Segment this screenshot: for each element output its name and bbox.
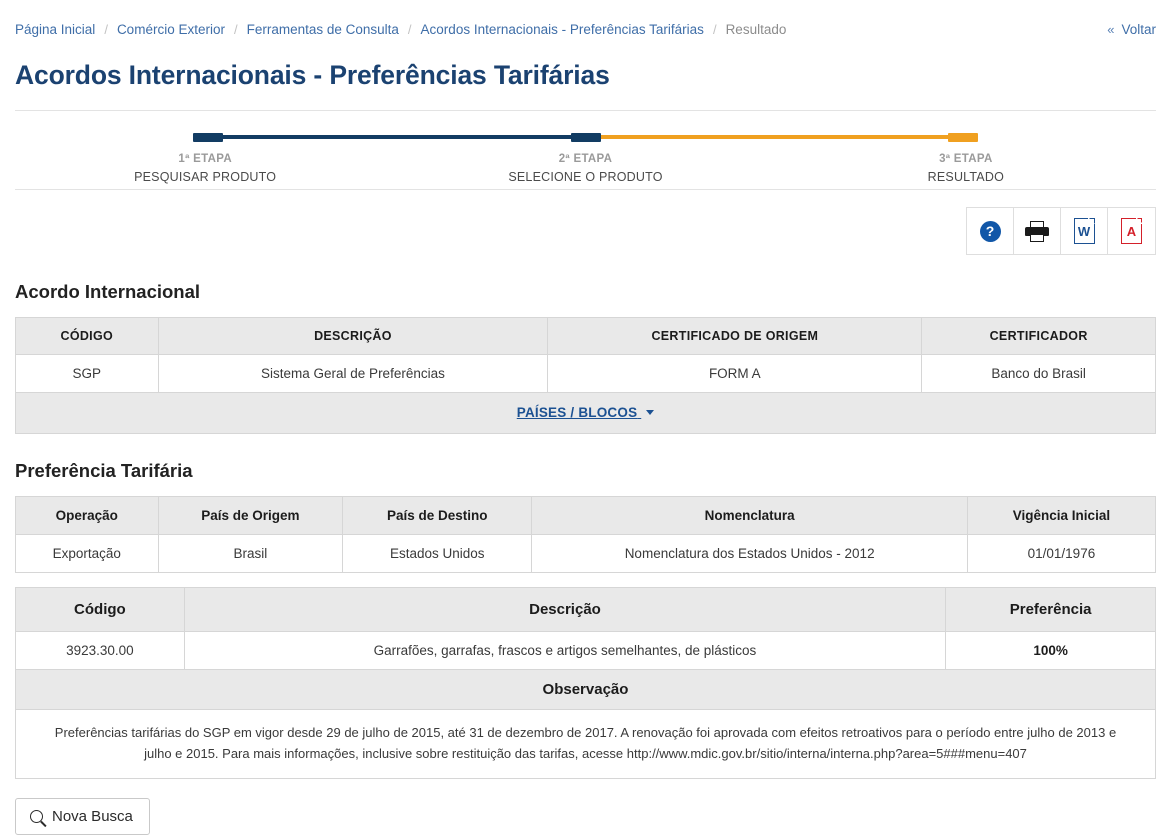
- breadcrumb-separator: /: [104, 22, 108, 37]
- nova-busca-button[interactable]: Nova Busca: [15, 798, 150, 836]
- stepper-step-3: 3ª ETAPA RESULTADO: [776, 151, 1156, 186]
- pref-cell-destino: Estados Unidos: [342, 534, 533, 573]
- table-header-row: CÓDIGO DESCRIÇÃO CERTIFICADO DE ORIGEM C…: [15, 317, 1156, 355]
- preferencia-table: Operação País de Origem País de Destino …: [15, 496, 1157, 573]
- nova-busca-label: Nova Busca: [52, 808, 133, 826]
- section-title-preferencia: Preferência Tarifária: [15, 460, 193, 481]
- acordo-header-certificado: CERTIFICADO DE ORIGEM: [547, 317, 923, 355]
- breadcrumb: Página Inicial / Comércio Exterior / Fer…: [15, 22, 786, 37]
- stepper-knob-2: [570, 133, 601, 142]
- back-link[interactable]: « Voltar: [1107, 22, 1156, 37]
- table-row: Exportação Brasil Estados Unidos Nomencl…: [15, 534, 1157, 573]
- pref-cell-origem: Brasil: [157, 534, 344, 573]
- acordo-header-codigo: CÓDIGO: [15, 317, 159, 355]
- printer-icon: [1025, 220, 1049, 242]
- acordo-table: CÓDIGO DESCRIÇÃO CERTIFICADO DE ORIGEM C…: [15, 317, 1156, 393]
- stepper-step-2-text: SELECIONE O PRODUTO: [508, 169, 663, 184]
- produto-header-codigo: Código: [15, 587, 185, 632]
- stepper-knob-3: [948, 133, 978, 142]
- produto-header-preferencia: Preferência: [945, 587, 1156, 632]
- breadcrumb-item-current: Resultado: [725, 22, 787, 37]
- produto-cell-preferencia: 100%: [945, 631, 1156, 670]
- breadcrumb-item-3[interactable]: Acordos Internacionais - Preferências Ta…: [421, 22, 704, 37]
- pref-cell-operacao: Exportação: [15, 534, 159, 573]
- breadcrumb-bar: Página Inicial / Comércio Exterior / Fer…: [15, 0, 1156, 37]
- breadcrumb-separator: /: [407, 22, 412, 37]
- pdf-document-icon: A: [1121, 217, 1143, 244]
- progress-stepper: 1ª ETAPA PESQUISAR PRODUTO 2ª ETAPA SELE…: [15, 111, 1156, 189]
- acordo-header-descricao: DESCRIÇÃO: [157, 317, 549, 355]
- pref-header-vigencia: Vigência Inicial: [966, 496, 1157, 535]
- breadcrumb-item-1[interactable]: Comércio Exterior: [117, 22, 225, 37]
- page-container: Página Inicial / Comércio Exterior / Fer…: [15, 0, 1157, 836]
- stepper-step-3-text: RESULTADO: [927, 169, 1004, 184]
- back-link-label: Voltar: [1121, 22, 1156, 37]
- pdf-icon-glyph: A: [1126, 223, 1137, 239]
- acordo-cell-descricao: Sistema Geral de Preferências: [157, 354, 549, 393]
- section-title-acordo: Acordo Internacional: [15, 281, 201, 302]
- breadcrumb-separator: /: [712, 22, 717, 37]
- table-header-row: Operação País de Origem País de Destino …: [15, 496, 1157, 535]
- search-icon: [30, 810, 43, 824]
- pref-header-origem: País de Origem: [157, 496, 344, 535]
- stepper-segment-1: [197, 135, 586, 139]
- stepper-step-3-number: 3ª ETAPA: [939, 153, 993, 165]
- observacao-text: Preferências tarifárias do SGP em vigor …: [15, 710, 1156, 780]
- stepper-labels: 1ª ETAPA PESQUISAR PRODUTO 2ª ETAPA SELE…: [15, 151, 1156, 186]
- print-button[interactable]: [1014, 208, 1061, 254]
- stepper-knob-1: [193, 133, 223, 142]
- word-document-icon: W: [1073, 217, 1096, 244]
- produto-cell-codigo: 3923.30.00: [15, 631, 185, 670]
- page-root: Página Inicial / Comércio Exterior / Fer…: [0, 0, 1171, 836]
- footer-actions: Nova Busca: [15, 798, 1156, 836]
- stepper-step-1-number: 1ª ETAPA: [178, 153, 232, 165]
- export-toolbar: ? W A: [966, 207, 1156, 255]
- paises-blocos-toggle[interactable]: PAÍSES / BLOCOS: [517, 405, 641, 420]
- double-chevron-left-icon: «: [1107, 22, 1115, 37]
- help-icon: ?: [979, 220, 1001, 242]
- observacao-header: Observação: [15, 670, 1156, 710]
- export-word-button[interactable]: W: [1061, 208, 1108, 254]
- breadcrumb-item-0[interactable]: Página Inicial: [15, 22, 95, 37]
- paises-blocos-label: PAÍSES / BLOCOS: [516, 405, 638, 420]
- pref-cell-nomenclatura: Nomenclatura dos Estados Unidos - 2012: [531, 534, 968, 573]
- page-title: Acordos Internacionais - Preferências Ta…: [15, 60, 610, 90]
- pref-header-nomenclatura: Nomenclatura: [531, 496, 968, 535]
- table-row: 3923.30.00 Garrafões, garrafas, frascos …: [15, 631, 1156, 670]
- pref-header-destino: País de Destino: [342, 496, 533, 535]
- toolbar-row: ? W A: [15, 189, 1156, 255]
- pref-cell-vigencia: 01/01/1976: [966, 534, 1157, 573]
- chevron-down-icon[interactable]: [646, 410, 655, 416]
- produto-header-descricao: Descrição: [183, 587, 947, 632]
- stepper-step-1: 1ª ETAPA PESQUISAR PRODUTO: [15, 151, 395, 186]
- produto-cell-descricao: Garrafões, garrafas, frascos e artigos s…: [183, 631, 947, 670]
- breadcrumb-separator: /: [233, 22, 238, 37]
- acordo-cell-codigo: SGP: [15, 354, 159, 393]
- stepper-segment-2: [585, 135, 974, 139]
- stepper-step-1-text: PESQUISAR PRODUTO: [134, 169, 277, 184]
- stepper-step-2-number: 2ª ETAPA: [558, 153, 613, 165]
- produto-table: Código Descrição Preferência 3923.30.00 …: [15, 587, 1156, 670]
- acordo-cell-certificador: Banco do Brasil: [921, 354, 1156, 393]
- export-pdf-button[interactable]: A: [1108, 208, 1155, 254]
- pref-header-operacao: Operação: [15, 496, 159, 535]
- help-button[interactable]: ?: [967, 208, 1014, 254]
- stepper-step-2: 2ª ETAPA SELECIONE O PRODUTO: [395, 151, 775, 186]
- paises-blocos-footer: PAÍSES / BLOCOS: [15, 393, 1156, 434]
- table-header-row: Código Descrição Preferência: [15, 587, 1156, 632]
- breadcrumb-item-2[interactable]: Ferramentas de Consulta: [247, 22, 399, 37]
- word-icon-glyph: W: [1077, 223, 1091, 239]
- stepper-track: [193, 133, 978, 142]
- acordo-cell-certificado: FORM A: [547, 354, 923, 393]
- table-row: SGP Sistema Geral de Preferências FORM A…: [15, 354, 1156, 393]
- acordo-header-certificador: CERTIFICADOR: [921, 317, 1156, 355]
